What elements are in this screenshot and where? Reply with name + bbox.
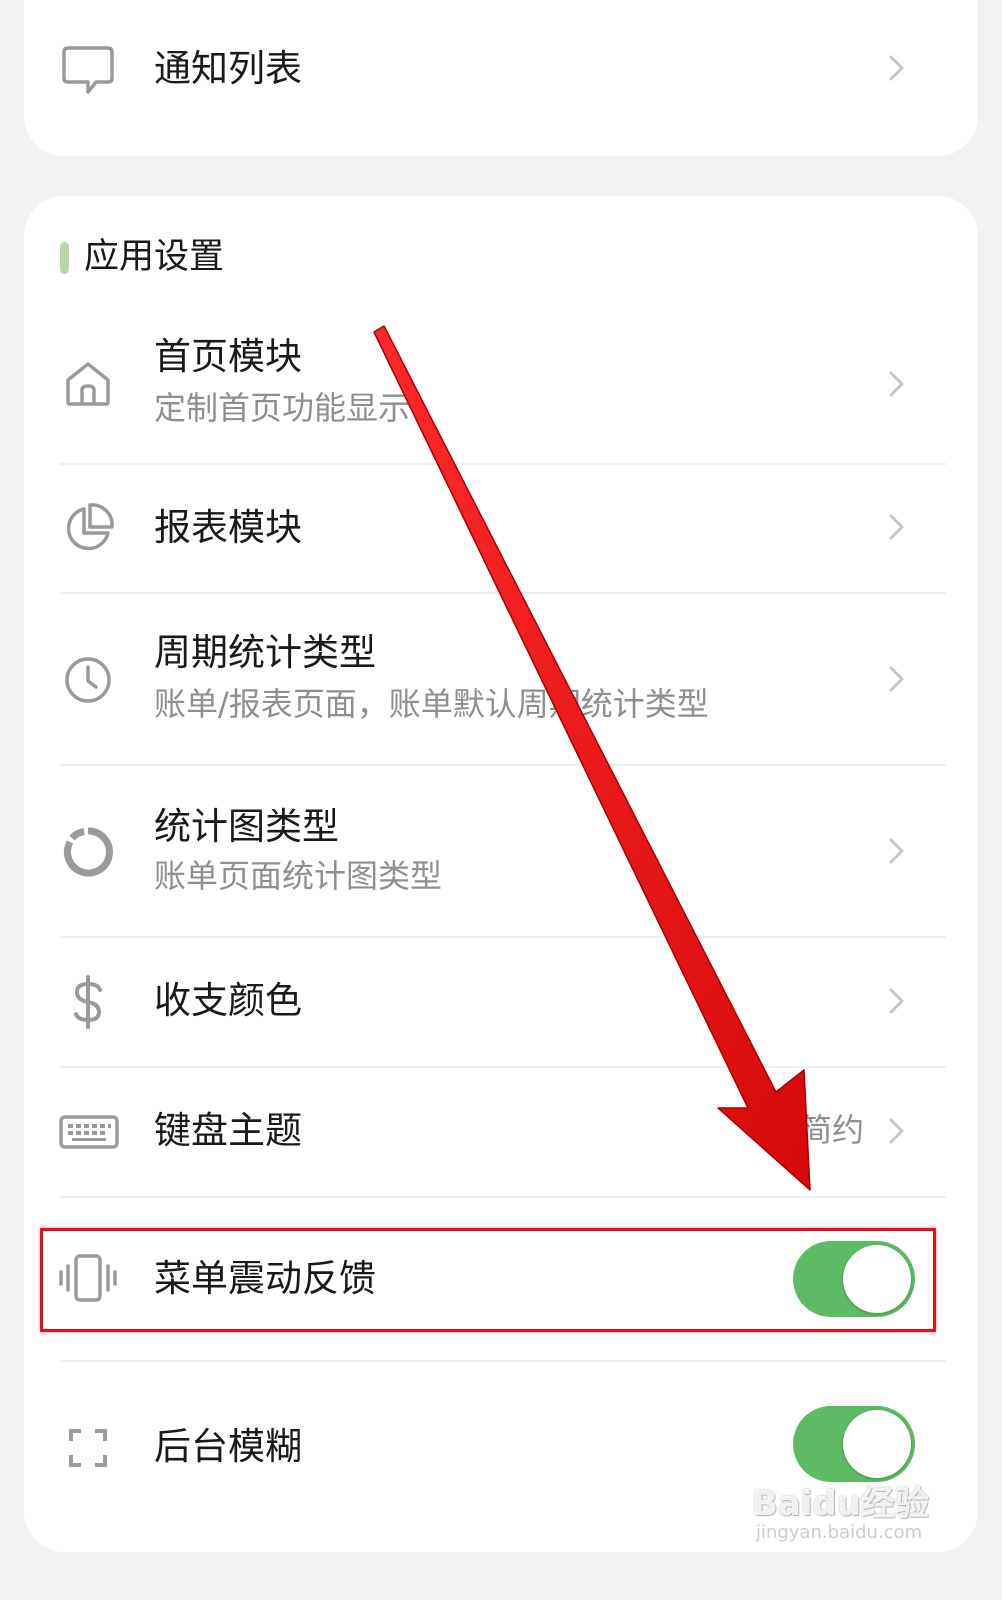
dollar-icon [58, 972, 118, 1032]
keyboard-theme-label: 键盘主题 [154, 1109, 302, 1152]
vibrate-icon [56, 1248, 120, 1308]
watermark-url: jingyan.baidu.com [756, 1522, 923, 1543]
toggle-knob [843, 1410, 911, 1478]
notification-list-label: 通知列表 [154, 47, 302, 90]
chevron-right-icon [889, 371, 904, 397]
donut-chart-icon [58, 822, 118, 882]
keyboard-icon [56, 1102, 122, 1162]
home-module-row[interactable]: 首页模块 定制首页功能显示 [24, 306, 978, 462]
divider [60, 1360, 946, 1362]
period-stat-type-row[interactable]: 周期统计类型 账单/报表页面，账单默认周期统计类型 [24, 594, 978, 764]
menu-vibration-toggle[interactable] [793, 1241, 915, 1317]
app-settings-card: 应用设置 首页模块 定制首页功能显示 报表模块 周期统计类型 账单/报表页面，账… [24, 196, 978, 1552]
chevron-right-icon [889, 988, 904, 1014]
pie-chart-icon [58, 499, 118, 559]
notification-card: 通知列表 [24, 0, 978, 156]
background-blur-label: 后台模糊 [154, 1425, 302, 1468]
report-module-row[interactable]: 报表模块 [24, 465, 978, 593]
home-module-label: 首页模块 [154, 335, 302, 378]
chevron-right-icon [889, 55, 904, 81]
income-expense-color-label: 收支颜色 [154, 979, 302, 1022]
keyboard-theme-value: 简约 [800, 1111, 865, 1149]
menu-vibration-row: 菜单震动反馈 [24, 1228, 978, 1328]
chevron-right-icon [889, 514, 904, 540]
section-title: 应用设置 [84, 237, 225, 277]
watermark-logo: Baidu经验 jingyan.baidu.com [752, 1476, 942, 1548]
chevron-right-icon [889, 1118, 904, 1144]
clock-icon [58, 650, 118, 710]
blur-frame-icon [58, 1418, 118, 1478]
period-stat-type-subtitle: 账单/报表页面，账单默认周期统计类型 [154, 685, 709, 723]
period-stat-type-label: 周期统计类型 [154, 631, 376, 674]
chevron-right-icon [889, 666, 904, 692]
divider [60, 1196, 946, 1198]
menu-vibration-label: 菜单震动反馈 [154, 1257, 376, 1300]
home-icon [58, 354, 118, 414]
chart-type-label: 统计图类型 [154, 805, 339, 848]
home-module-subtitle: 定制首页功能显示 [154, 389, 411, 427]
notification-list-row[interactable]: 通知列表 [24, 0, 978, 140]
section-accent-bar [60, 242, 69, 274]
background-blur-toggle[interactable] [793, 1406, 915, 1482]
chart-type-row[interactable]: 统计图类型 账单页面统计图类型 [24, 766, 978, 936]
chart-type-subtitle: 账单页面统计图类型 [154, 857, 443, 895]
keyboard-theme-row[interactable]: 键盘主题 简约 [24, 1068, 978, 1196]
chevron-right-icon [889, 838, 904, 864]
watermark-brand: Baidu经验 [752, 1484, 930, 1524]
income-expense-color-row[interactable]: 收支颜色 [24, 938, 978, 1066]
report-module-label: 报表模块 [154, 506, 302, 549]
toggle-knob [843, 1245, 911, 1313]
chat-bubble-icon [58, 38, 118, 98]
